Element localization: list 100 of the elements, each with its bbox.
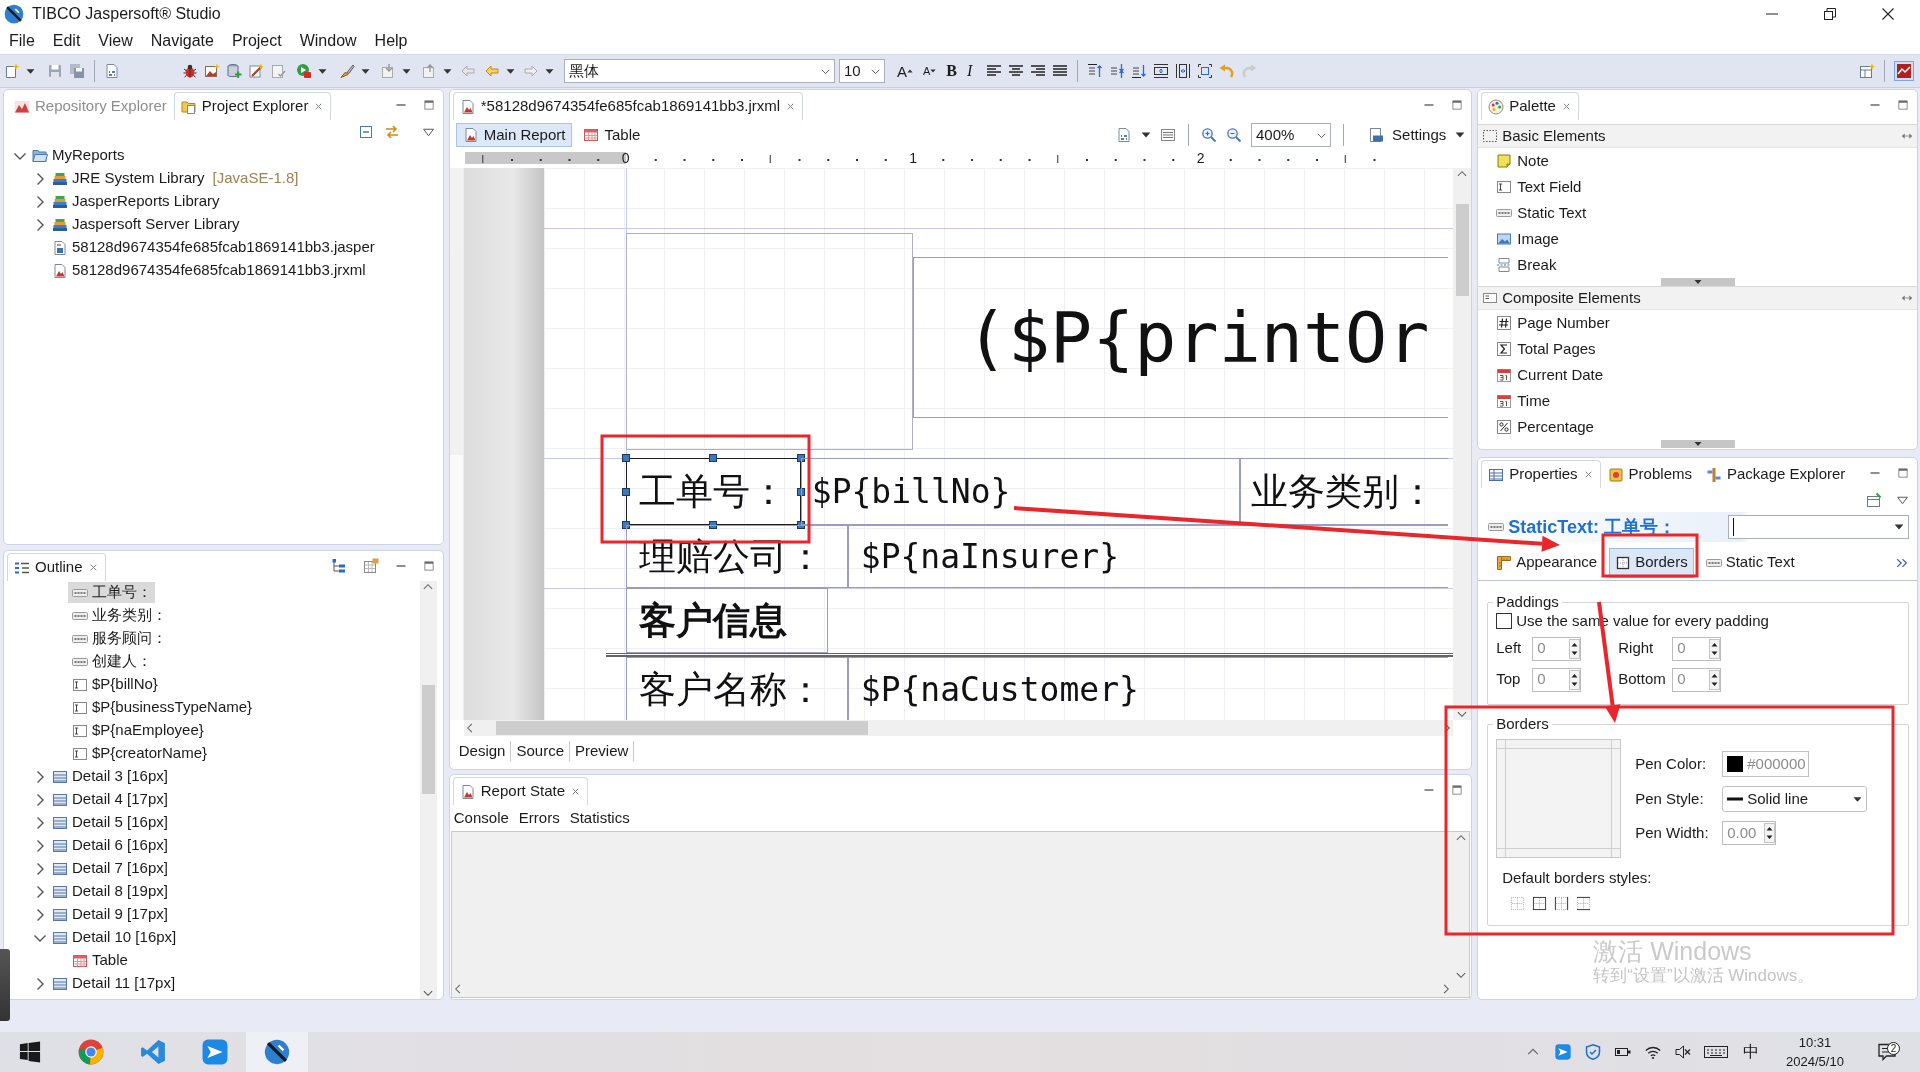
console-tab[interactable]: Errors bbox=[518, 808, 560, 828]
panel-tab[interactable]: Palette bbox=[1481, 92, 1579, 120]
database-plus-icon[interactable] bbox=[226, 63, 242, 79]
outline-item[interactable]: Detail 3 [16px] bbox=[48, 766, 171, 787]
speaker-muted-icon[interactable] bbox=[1675, 1044, 1691, 1060]
collapse-handle[interactable] bbox=[1660, 440, 1735, 448]
line-style-dropdown[interactable]: Solid line bbox=[1722, 786, 1868, 812]
view-tab[interactable]: Table bbox=[576, 122, 648, 148]
bug-icon[interactable] bbox=[182, 63, 198, 79]
new-file-icon[interactable] bbox=[4, 63, 20, 79]
caret-icon[interactable] bbox=[443, 66, 452, 76]
palette-group-header[interactable]: Basic Elements bbox=[1478, 124, 1917, 148]
selection-handle[interactable] bbox=[621, 487, 630, 496]
caret-icon[interactable] bbox=[361, 66, 370, 76]
paper-plane-icon[interactable] bbox=[1555, 1044, 1571, 1060]
outline-item[interactable]: 业务类别： bbox=[68, 605, 170, 626]
brush-icon[interactable] bbox=[339, 63, 355, 79]
spinner-arrows-icon[interactable] bbox=[1709, 638, 1721, 659]
sync-arrows-icon[interactable] bbox=[383, 124, 400, 140]
mode-tab[interactable]: Preview bbox=[570, 740, 635, 762]
menu-item[interactable]: Edit bbox=[43, 31, 90, 51]
palette-item[interactable]: Total Pages bbox=[1478, 336, 1917, 362]
settings-button[interactable]: Settings bbox=[1360, 125, 1447, 145]
outline-item[interactable]: $P{creatorName} bbox=[68, 743, 211, 764]
outline-item[interactable]: $P{businessTypeName} bbox=[68, 697, 256, 718]
scrollbar-thumb[interactable] bbox=[495, 721, 868, 735]
selection-handle[interactable] bbox=[796, 487, 805, 496]
mode-tab[interactable]: Source bbox=[511, 740, 570, 762]
data-file-icon[interactable] bbox=[1116, 127, 1133, 143]
wand-icon[interactable] bbox=[248, 63, 264, 79]
number-field[interactable]: 0.00 bbox=[1722, 821, 1777, 845]
palette-item[interactable]: Static Text bbox=[1478, 200, 1917, 226]
number-field[interactable]: 0 bbox=[1672, 667, 1722, 692]
align-top-icon[interactable] bbox=[1087, 63, 1104, 79]
maximize-icon[interactable] bbox=[1451, 99, 1464, 111]
wifi-icon[interactable] bbox=[1645, 1044, 1661, 1060]
caret-icon[interactable] bbox=[1141, 130, 1152, 140]
outline-item[interactable]: 工单号： bbox=[68, 582, 155, 603]
console-tab[interactable]: Statistics bbox=[569, 808, 630, 828]
font-combo[interactable]: 黑体 bbox=[564, 59, 835, 83]
align-right-icon[interactable] bbox=[1030, 63, 1047, 79]
palette-item[interactable]: Break bbox=[1478, 252, 1917, 278]
selection-handle[interactable] bbox=[621, 454, 630, 462]
scrollbar-thumb[interactable] bbox=[1455, 204, 1469, 296]
outline-item[interactable]: Detail 4 [17px] bbox=[48, 789, 171, 810]
notification-icon[interactable] bbox=[1878, 1043, 1896, 1061]
maximize-icon[interactable] bbox=[422, 560, 435, 572]
tree-item[interactable]: MyReports bbox=[28, 145, 128, 166]
spinner-arrows-icon[interactable] bbox=[1764, 823, 1776, 843]
download-page-icon[interactable] bbox=[380, 63, 396, 79]
keyboard-icon[interactable] bbox=[1704, 1044, 1728, 1060]
outline-item[interactable]: 服务顾问： bbox=[68, 628, 170, 649]
section-tab[interactable]: Appearance bbox=[1490, 547, 1604, 578]
spinner-arrows-icon[interactable] bbox=[1569, 638, 1581, 659]
maximize-icon[interactable] bbox=[1897, 467, 1909, 479]
caret-icon[interactable] bbox=[1894, 522, 1904, 532]
clock-time[interactable]: 10:31 bbox=[1776, 1032, 1854, 1052]
align-center-icon[interactable] bbox=[1008, 63, 1025, 79]
outline-item[interactable]: $P{billNo} bbox=[68, 674, 161, 695]
shrink-font-button[interactable]: A bbox=[921, 65, 939, 77]
outline-item[interactable]: 创建人： bbox=[68, 651, 155, 672]
menu-item[interactable]: Window bbox=[290, 31, 366, 51]
panel-tab[interactable]: Properties bbox=[1481, 460, 1601, 488]
tree-item[interactable]: JRE System Library [JavaSE-1.8] bbox=[48, 168, 302, 189]
taskbar-button[interactable] bbox=[246, 1032, 308, 1072]
number-field[interactable]: 0 bbox=[1532, 667, 1582, 692]
outline-item[interactable]: Detail 5 [16px] bbox=[48, 812, 171, 833]
palette-item[interactable]: Note bbox=[1478, 148, 1917, 174]
menu-item[interactable]: Project bbox=[222, 31, 291, 51]
collapse-all-icon[interactable] bbox=[357, 124, 374, 140]
palette-item[interactable]: Current Date bbox=[1478, 362, 1917, 388]
panel-tab[interactable]: Package Explorer bbox=[1698, 460, 1853, 488]
outline-item[interactable]: Detail 6 [16px] bbox=[48, 835, 171, 856]
maximize-icon[interactable] bbox=[1451, 784, 1464, 796]
tree-item[interactable]: Jaspersoft Server Library bbox=[48, 214, 243, 235]
caret-icon[interactable] bbox=[1853, 794, 1863, 804]
selection-handle[interactable] bbox=[709, 454, 718, 462]
page-check-icon[interactable] bbox=[270, 63, 286, 79]
scrollbar[interactable] bbox=[419, 581, 437, 999]
outline-item[interactable]: Detail 7 [16px] bbox=[48, 858, 171, 879]
caret-icon[interactable] bbox=[1455, 130, 1466, 140]
spinner-arrows-icon[interactable] bbox=[1709, 669, 1721, 690]
selection-handle[interactable] bbox=[709, 521, 718, 529]
view-tab[interactable]: Main Report bbox=[455, 122, 573, 148]
top-bottom-borders-icon[interactable] bbox=[1576, 895, 1592, 911]
outline-item[interactable]: Table bbox=[68, 950, 131, 971]
number-field[interactable]: 0 bbox=[1672, 636, 1722, 661]
scrollbar[interactable] bbox=[1453, 168, 1472, 720]
selection-handle[interactable] bbox=[796, 454, 805, 462]
data-file-icon[interactable] bbox=[104, 63, 120, 79]
panel-tab[interactable]: Outline bbox=[7, 553, 106, 581]
clock-date[interactable]: 2024/5/10 bbox=[1776, 1052, 1854, 1072]
panel-tab[interactable]: *58128d9674354fe685fcab1869141bb3.jrxml bbox=[452, 92, 804, 120]
spinner-arrows-icon[interactable] bbox=[1569, 669, 1581, 690]
zoom-combo[interactable]: 400% bbox=[1251, 123, 1332, 147]
section-tab[interactable]: Borders bbox=[1609, 547, 1694, 578]
outline-item[interactable]: Detail 9 [17px] bbox=[48, 904, 171, 925]
tree-item[interactable]: 58128d9674354fe685fcab1869141bb3.jrxml bbox=[48, 260, 369, 281]
grow-font-button[interactable]: A bbox=[895, 63, 915, 79]
chart-perspective-icon[interactable] bbox=[1894, 61, 1914, 81]
